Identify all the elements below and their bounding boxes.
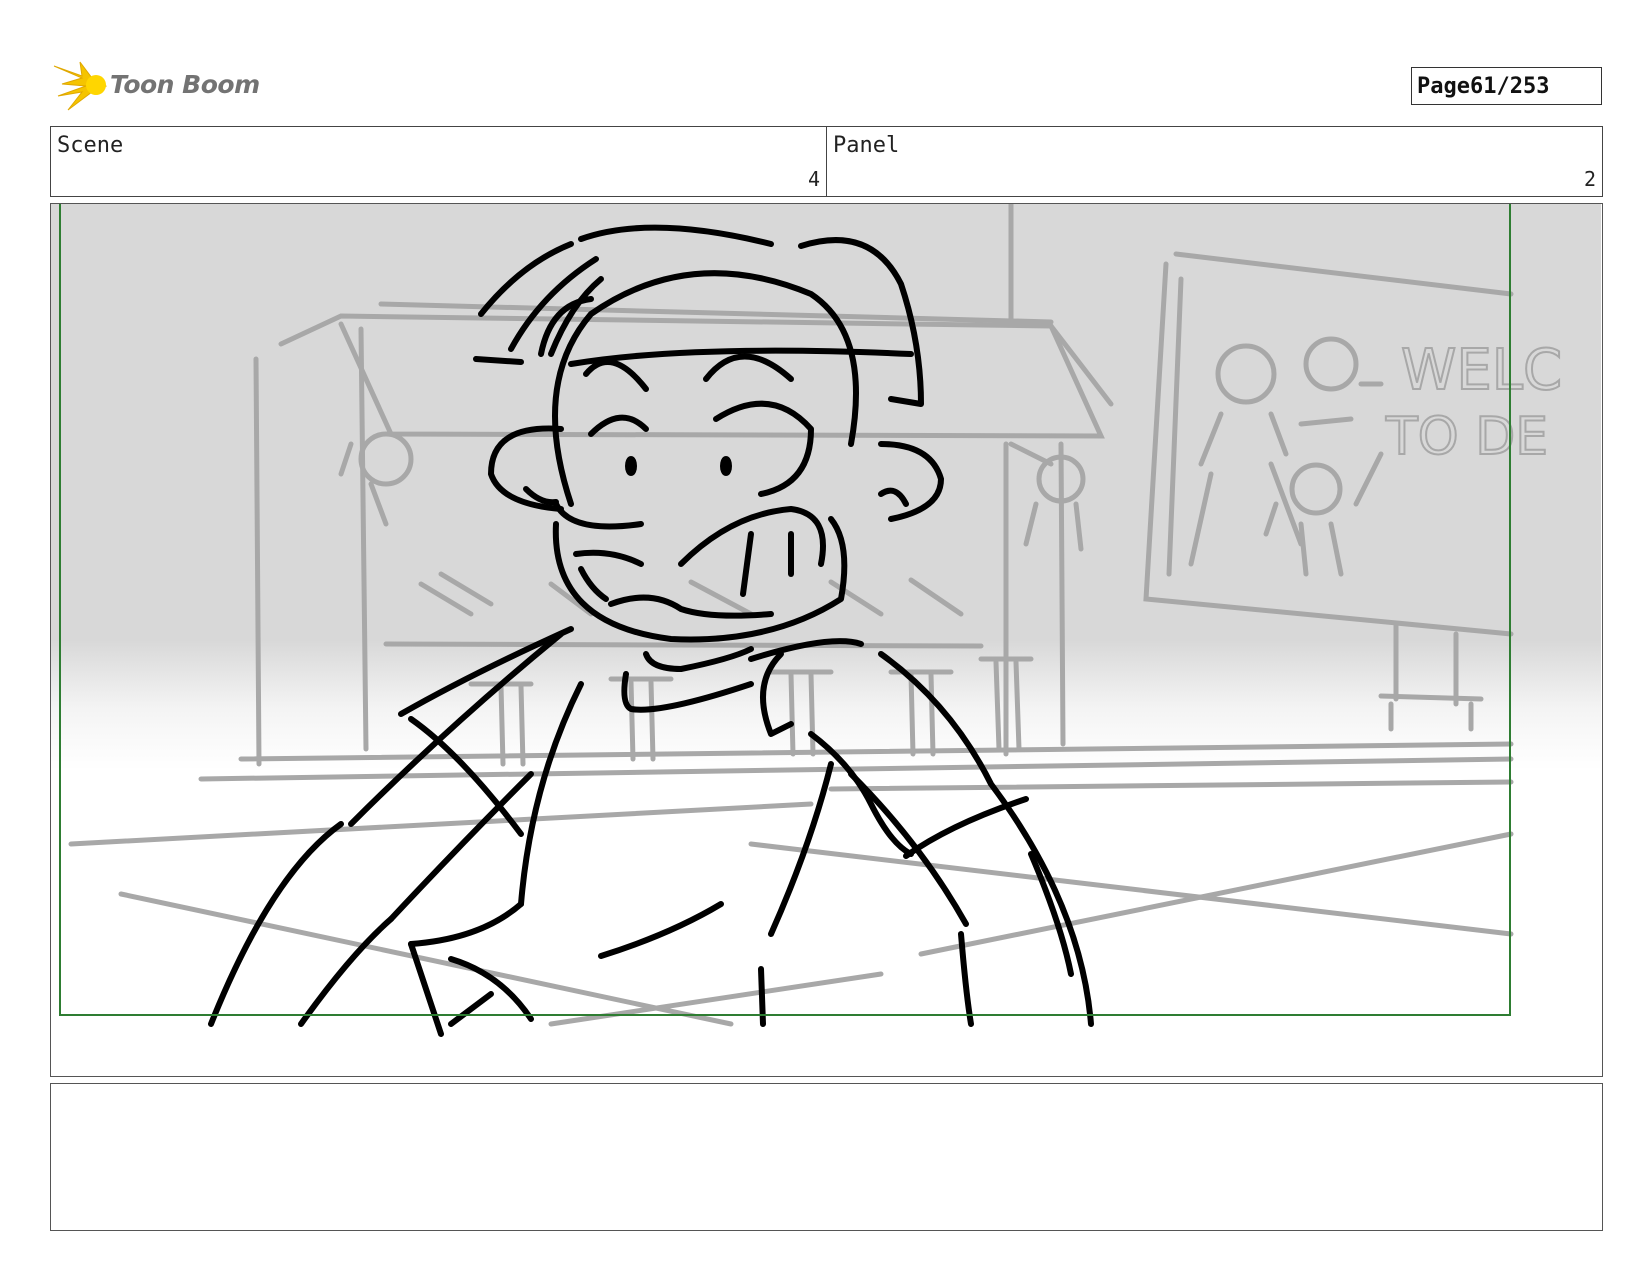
starburst-icon	[53, 61, 108, 111]
panel-number: 2	[1583, 167, 1596, 191]
panel-label: Panel	[833, 133, 900, 158]
page-label: Page	[1417, 73, 1470, 99]
scene-number: 4	[807, 167, 820, 191]
sketch-drawing: WELC TO DE	[51, 204, 1601, 1075]
page-number: 61/253	[1469, 73, 1550, 99]
page-indicator: Page 61/253	[1411, 67, 1602, 105]
panel-notes-box	[50, 1083, 1603, 1231]
billboard-text-line-2: TO DE	[1385, 407, 1548, 467]
toon-boom-logo: Toon Boom	[52, 58, 262, 114]
logo-text: Toon Boom	[110, 70, 260, 99]
scene-cell: Scene 4	[51, 127, 826, 196]
billboard-text-line-1: WELC	[1401, 338, 1562, 403]
scene-panel-header: Scene 4 Panel 2	[50, 126, 1603, 197]
scene-label: Scene	[57, 133, 124, 158]
panel-cell: Panel 2	[826, 127, 1602, 196]
storyboard-panel-image: WELC TO DE	[50, 203, 1603, 1077]
